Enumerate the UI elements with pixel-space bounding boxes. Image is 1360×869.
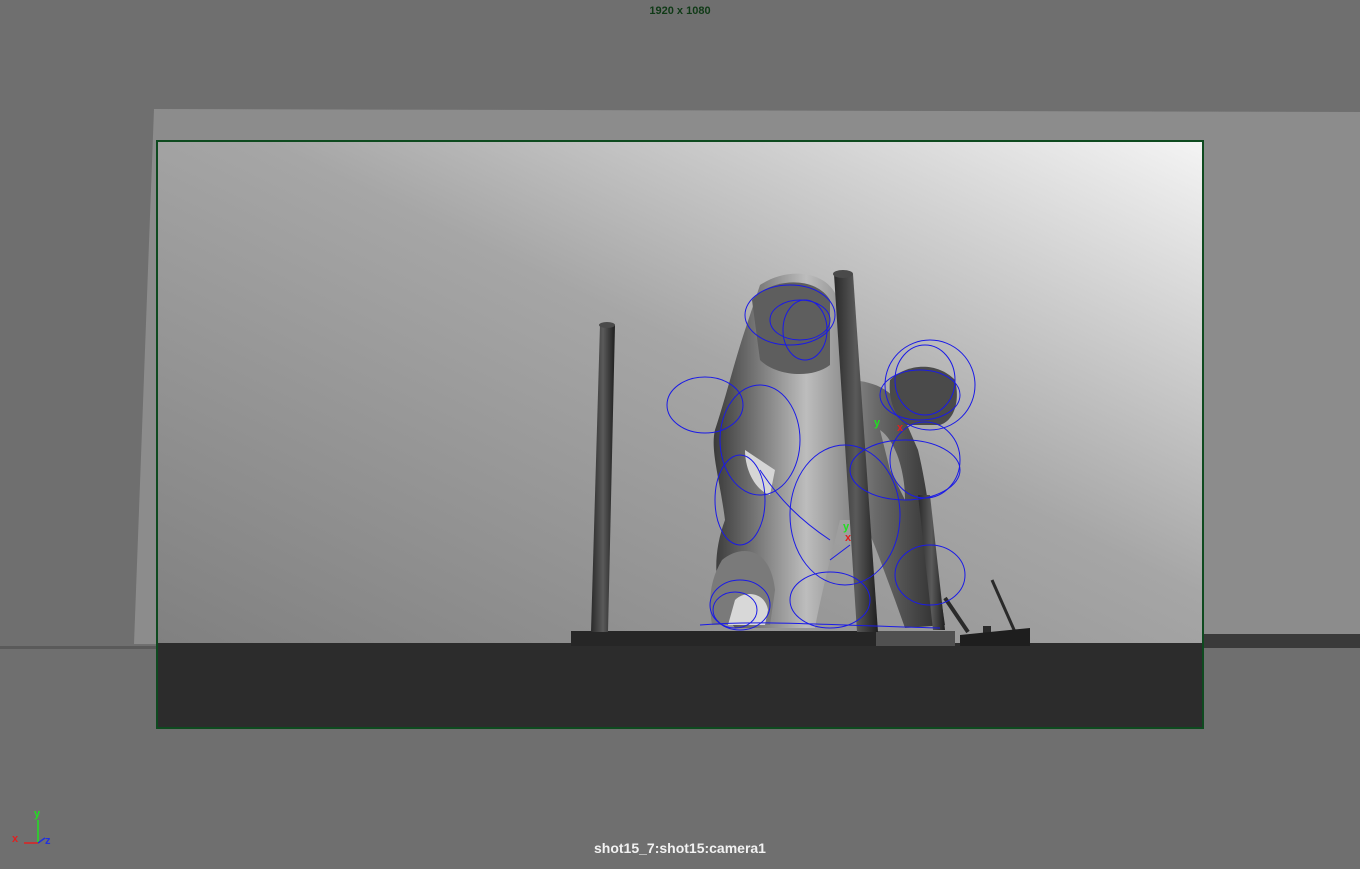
resolution-label: 1920 x 1080 — [649, 5, 711, 17]
ground-plane — [157, 643, 1203, 728]
maya-viewport[interactable] — [0, 0, 1360, 869]
camera-name-label: shot15_7:shot15:camera1 — [594, 840, 766, 856]
gizmo-y-label: y — [34, 808, 41, 820]
